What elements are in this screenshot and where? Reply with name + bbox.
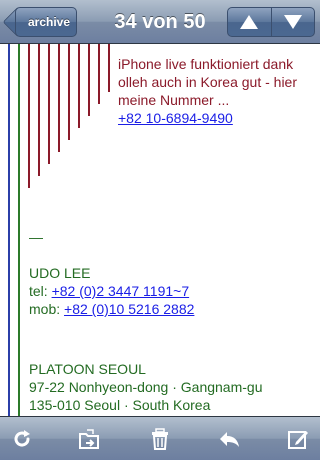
message-body[interactable]: iPhone live funktioniert dank olleh auch… bbox=[0, 44, 320, 416]
mob-link[interactable]: +82 (0)10 5216 2882 bbox=[64, 301, 194, 317]
mob-label: mob: bbox=[29, 301, 65, 317]
tel-link[interactable]: +82 (0)2 3447 1191~7 bbox=[52, 283, 190, 299]
quote-bar bbox=[8, 44, 10, 416]
reply-icon[interactable] bbox=[218, 428, 240, 450]
arrow-down-icon bbox=[283, 15, 302, 29]
quote-bar bbox=[78, 44, 80, 128]
back-button-label: archive bbox=[27, 15, 71, 29]
company-address: 135-010 Seoul · South Korea bbox=[29, 397, 211, 413]
navigation-bar: archive 34 von 50 bbox=[0, 0, 320, 44]
tel-label: tel: bbox=[29, 283, 52, 299]
quote-bar bbox=[18, 44, 20, 416]
back-button-wrapper: archive bbox=[10, 0, 77, 44]
move-to-folder-icon[interactable] bbox=[78, 428, 100, 450]
arrow-up-icon bbox=[240, 15, 259, 29]
quoted-message-text: iPhone live funktioniert dank olleh auch… bbox=[118, 55, 314, 127]
quote-bar bbox=[108, 44, 110, 92]
compose-icon[interactable] bbox=[287, 428, 309, 450]
quote-bar bbox=[38, 44, 40, 176]
bottom-toolbar bbox=[0, 416, 320, 460]
quote-bar bbox=[58, 44, 60, 152]
quote-bar bbox=[88, 44, 90, 116]
signature-name: UDO LEE bbox=[29, 265, 91, 281]
signature-block: UDO LEE tel: +82 (0)2 3447 1191~7 mob: +… bbox=[29, 264, 194, 318]
message-navigation-control bbox=[227, 7, 315, 37]
trash-icon[interactable] bbox=[149, 428, 171, 450]
back-button[interactable]: archive bbox=[15, 7, 77, 37]
quoted-line: olleh auch in Korea gut - hier bbox=[118, 74, 297, 90]
quote-bar bbox=[98, 44, 100, 104]
signature-mob: mob: +82 (0)10 5216 2882 bbox=[29, 300, 194, 318]
refresh-icon[interactable] bbox=[11, 428, 33, 450]
company-name: PLATOON SEOUL bbox=[29, 361, 146, 377]
quoted-line: meine Nummer ... bbox=[118, 92, 230, 108]
company-block: PLATOON SEOUL 97-22 Nonhyeon-dong · Gang… bbox=[29, 360, 263, 414]
quote-bar bbox=[48, 44, 50, 164]
quote-bar bbox=[28, 44, 30, 188]
previous-message-button[interactable] bbox=[228, 8, 271, 36]
signature-dash: — bbox=[29, 229, 43, 245]
phone-link[interactable]: +82 10-6894-9490 bbox=[118, 110, 233, 126]
company-address: 97-22 Nonhyeon-dong · Gangnam-gu bbox=[29, 379, 263, 395]
message-position-title: 34 von 50 bbox=[114, 10, 206, 33]
quote-bar bbox=[68, 44, 70, 140]
next-message-button[interactable] bbox=[270, 8, 315, 36]
quoted-line: iPhone live funktioniert dank bbox=[118, 56, 294, 72]
signature-tel: tel: +82 (0)2 3447 1191~7 bbox=[29, 282, 194, 300]
